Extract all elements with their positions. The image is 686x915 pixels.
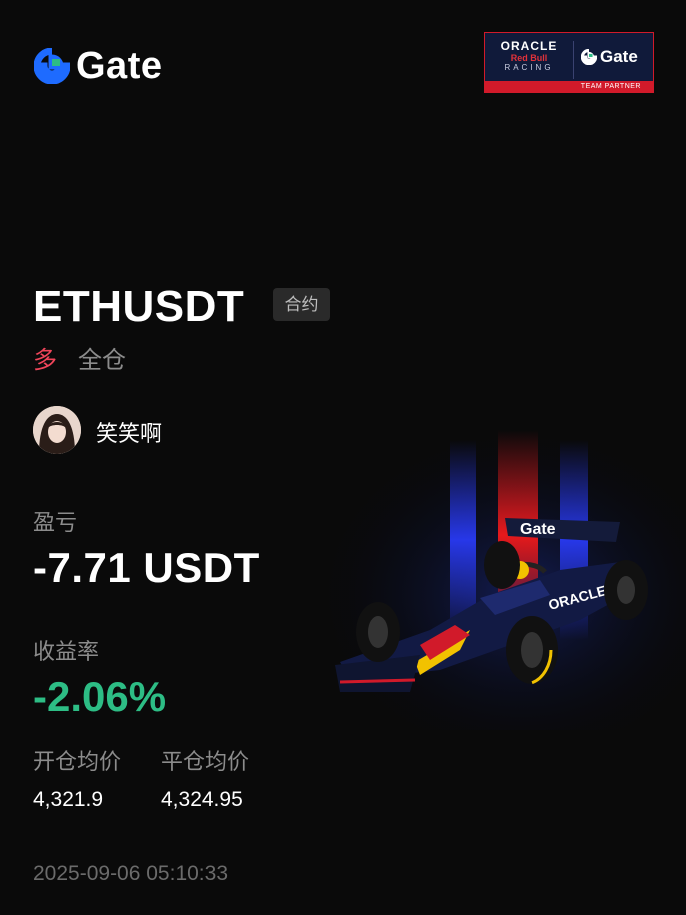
partner-gate-text: Gate bbox=[600, 47, 638, 66]
gate-logo-icon bbox=[34, 48, 70, 84]
avatar bbox=[33, 406, 81, 454]
f1-car-illustration: Gate ORACLE bbox=[320, 430, 686, 730]
timestamp: 2025-09-06 05:10:33 bbox=[33, 862, 228, 885]
pnl-label: 盈亏 bbox=[33, 510, 78, 535]
close-price-label: 平仓均价 bbox=[161, 749, 250, 774]
contract-badge: 合约 bbox=[273, 288, 330, 321]
partner-divider bbox=[573, 41, 574, 79]
roi-value: -2.06% bbox=[33, 673, 167, 720]
margin-mode: 全仓 bbox=[78, 347, 126, 374]
gate-logo: Gate bbox=[34, 47, 162, 85]
redbull-wordmark: Red Bull bbox=[510, 53, 548, 63]
gate-logo-text: Gate bbox=[76, 45, 163, 87]
username: 笑笑啊 bbox=[96, 421, 163, 446]
oracle-redbull-logo: ORACLE Red Bull RACING bbox=[491, 39, 567, 72]
oracle-wordmark: ORACLE bbox=[500, 39, 558, 53]
partner-bar: TEAM PARTNER bbox=[485, 81, 653, 92]
pnl-value: -7.71 USDT bbox=[33, 544, 260, 591]
partner-gate-logo: Gate bbox=[581, 47, 638, 67]
open-price-value: 4,321.9 bbox=[33, 788, 104, 811]
gate-small-icon bbox=[581, 49, 597, 65]
open-price-label: 开仓均价 bbox=[33, 749, 122, 774]
racing-wordmark: RACING bbox=[504, 63, 554, 72]
team-partner-banner: ORACLE Red Bull RACING Gate TEAM PARTNER bbox=[484, 32, 654, 93]
position-direction: 多 bbox=[33, 347, 57, 374]
avatar-image bbox=[33, 406, 81, 454]
close-price-value: 4,324.95 bbox=[161, 788, 243, 811]
roi-label: 收益率 bbox=[33, 639, 100, 664]
trading-pair: ETHUSDT bbox=[33, 282, 245, 331]
svg-text:Gate: Gate bbox=[520, 521, 556, 538]
